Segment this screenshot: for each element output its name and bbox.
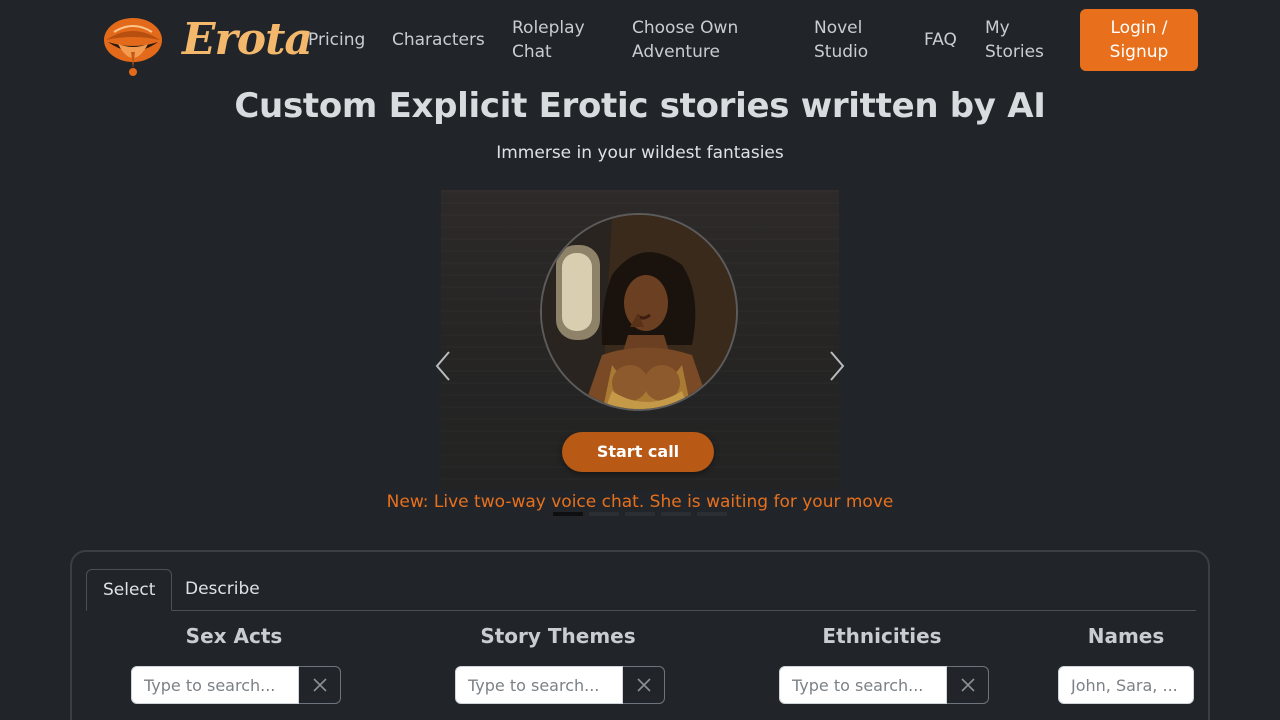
- nav-link-choose-own-adventure[interactable]: Choose Own Adventure: [632, 16, 782, 64]
- ethnicities-input[interactable]: [779, 666, 947, 704]
- names-input[interactable]: [1058, 666, 1194, 704]
- ethnicities-clear-button[interactable]: [947, 666, 989, 704]
- carousel-indicator[interactable]: [661, 512, 691, 516]
- story-options-tabs: Select Describe: [86, 569, 1196, 611]
- sex-acts-clear-button[interactable]: [299, 666, 341, 704]
- chevron-left-icon: [435, 351, 450, 381]
- nav-link-roleplay-chat[interactable]: Roleplay Chat: [512, 16, 612, 64]
- story-themes-search: [455, 666, 665, 704]
- close-icon: [636, 678, 651, 692]
- carousel-indicator[interactable]: [589, 512, 619, 516]
- character-avatar: [540, 213, 738, 411]
- nav-link-characters[interactable]: Characters: [392, 28, 485, 52]
- carousel-indicators: [553, 512, 727, 516]
- character-carousel: Start call: [435, 190, 845, 490]
- story-themes-input[interactable]: [455, 666, 623, 704]
- carousel-indicator[interactable]: [625, 512, 655, 516]
- login-signup-button[interactable]: Login / Signup: [1080, 9, 1198, 71]
- story-options-card: Select Describe Sex Acts Story Themes Et…: [70, 550, 1210, 720]
- brand-logo[interactable]: Erota: [102, 10, 313, 80]
- close-icon: [960, 678, 975, 692]
- character-portrait: [542, 215, 736, 409]
- ethnicities-title: Ethnicities: [822, 624, 942, 648]
- start-call-button[interactable]: Start call: [562, 432, 714, 472]
- carousel-indicator[interactable]: [697, 512, 727, 516]
- ethnicities-search: [779, 666, 989, 704]
- chevron-right-icon: [830, 351, 845, 381]
- carousel-next-button[interactable]: [827, 350, 847, 382]
- nav-link-my-stories[interactable]: My Stories: [985, 16, 1055, 64]
- nav-link-novel-studio[interactable]: Novel Studio: [814, 16, 894, 64]
- story-themes-title: Story Themes: [480, 624, 636, 648]
- story-themes-clear-button[interactable]: [623, 666, 665, 704]
- sex-acts-title: Sex Acts: [185, 624, 283, 648]
- carousel-indicator[interactable]: [553, 512, 583, 516]
- carousel-caption: New: Live two-way voice chat. She is wai…: [386, 492, 894, 512]
- login-signup-label: Login / Signup: [1109, 18, 1169, 62]
- sex-acts-search: [131, 666, 341, 704]
- carousel-prev-button[interactable]: [433, 350, 453, 382]
- names-title: Names: [1087, 624, 1165, 648]
- navbar: Erota Pricing Characters Roleplay Chat C…: [0, 0, 1280, 80]
- page-title: Custom Explicit Erotic stories written b…: [234, 86, 1046, 126]
- sex-acts-input[interactable]: [131, 666, 299, 704]
- brand-wordmark: Erota: [182, 14, 313, 65]
- lips-logo-icon: [104, 18, 162, 76]
- nav-link-pricing[interactable]: Pricing: [308, 28, 365, 52]
- close-icon: [312, 678, 327, 692]
- page-subtitle: Immerse in your wildest fantasies: [496, 143, 784, 163]
- nav-link-faq[interactable]: FAQ: [924, 28, 957, 52]
- tab-describe[interactable]: Describe: [169, 569, 276, 611]
- tab-select[interactable]: Select: [86, 569, 173, 611]
